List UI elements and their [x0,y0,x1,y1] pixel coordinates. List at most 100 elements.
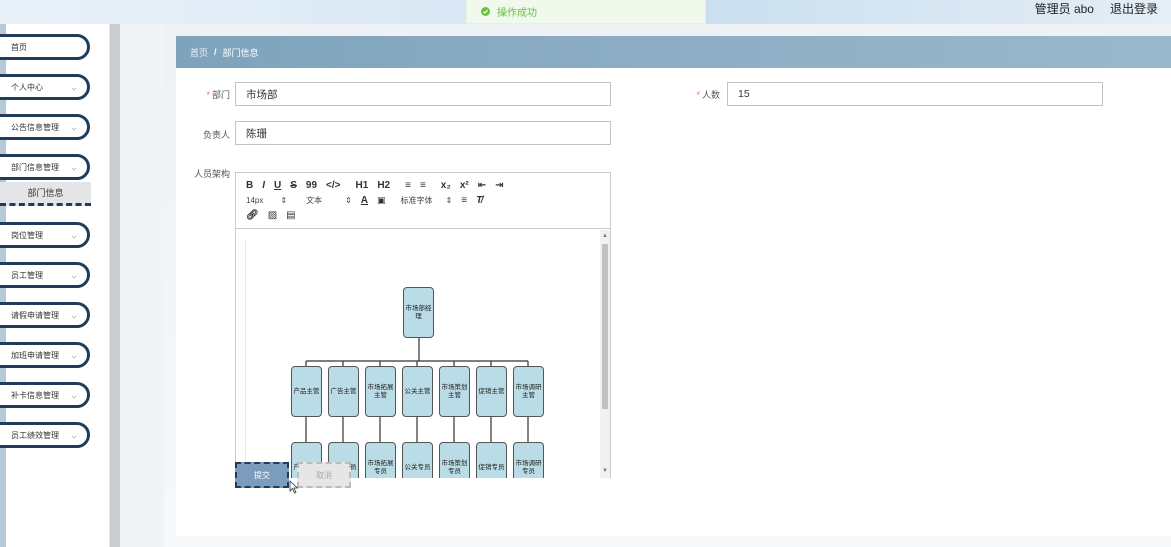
org-chart-connectors [305,338,529,443]
sidebar-item-label: 部门信息管理 [11,162,59,172]
user-label: 管理员 abo [1034,2,1094,16]
bold-icon[interactable]: B [246,180,253,191]
select-arrow-icon: ⇕ [445,196,453,205]
cancel-button[interactable]: 取消 [297,462,351,488]
font-family-select[interactable]: 标准字体 [401,195,433,206]
align-icon[interactable]: ≡ [461,195,467,206]
indent-icon[interactable]: ⇥ [495,180,503,191]
count-input[interactable]: 15 [727,82,1103,106]
sidebar-item-label: 个人中心 [11,82,43,92]
sidebar-item-label: 补卡信息管理 [11,390,59,400]
toolbar-row-style: 14px ⇕ 文本 ⇕ A ▣ 标准字体 ⇕ ≡ T̸ [246,193,600,208]
sidebar-item[interactable]: 部门信息管理 [0,154,90,180]
org-node-manager: 广告主管 [328,366,359,417]
toolbar-row-format: B I U S 99 </> H1 H2 ≡ ≡ x₂ x² ⇤ ⇥ [246,178,600,193]
submit-button[interactable]: 提交 [235,462,289,488]
count-label: * 人数 [696,90,720,100]
chevron-down-icon [71,233,77,239]
leader-input[interactable]: 陈珊 [235,121,611,145]
org-node-staff: 市场调研专员 [513,442,544,478]
background-color-icon[interactable]: ▣ [377,195,386,206]
sidebar-item[interactable]: 补卡信息管理 [0,382,90,408]
sidebar-item[interactable]: 请假申请管理 [0,302,90,328]
breadcrumb-separator: / [214,47,217,57]
sidebar-item[interactable]: 岗位管理 [0,222,90,248]
check-circle-icon [481,7,490,16]
scroll-down-icon[interactable]: ▼ [602,468,608,474]
org-node-manager: 产品主管 [291,366,322,417]
sidebar-item[interactable]: 公告信息管理 [0,114,90,140]
dept-label: * 部门 [206,90,230,100]
font-size-select[interactable]: 14px [246,196,263,205]
select-arrow-icon: ⇕ [280,196,288,205]
heading1-icon[interactable]: H1 [356,180,369,191]
success-toast: 操作成功 [466,0,706,24]
toast-message: 操作成功 [497,8,537,19]
leader-label: 负责人 [202,130,230,140]
italic-icon[interactable]: I [262,180,265,191]
sidebar-item-label: 员工管理 [11,270,43,280]
chevron-down-icon [71,313,77,319]
chevron-down-icon [71,433,77,439]
sidebar-item[interactable]: 个人中心 [0,74,90,100]
org-node-root: 市场部经理 [403,287,434,338]
bullet-list-icon[interactable]: ≡ [420,180,426,191]
breadcrumb-current: 部门信息 [222,47,259,58]
text-type-select[interactable]: 文本 [306,195,322,206]
chevron-down-icon [71,393,77,399]
editor-content[interactable]: 市场部经理 产品主管 广告主管 市场拓展主管 公关主管 市场策划主管 促销主管 市场调研主管… [236,230,610,478]
scrollbar-thumb[interactable] [602,244,608,409]
editor-scrollbar[interactable]: ▲ ▼ [600,230,610,478]
sidebar-rail [110,24,120,547]
link-icon[interactable]: 🔗︎ [246,210,259,221]
org-node-manager: 公关主管 [402,366,433,417]
sidebar-item-label: 首页 [11,42,27,52]
org-node-manager: 市场拓展主管 [365,366,396,417]
sidebar-item[interactable]: 员工绩效管理 [0,422,90,448]
sidebar-item-label: 公告信息管理 [11,122,59,132]
logout-link[interactable]: 退出登录 [1110,0,1158,16]
rich-text-editor[interactable]: B I U S 99 </> H1 H2 ≡ ≡ x₂ x² ⇤ ⇥ 14px ⇕ 文本 ⇕ A ▣ 标准… [235,172,611,478]
content-gutter [120,24,164,547]
ordered-list-icon[interactable]: ≡ [405,180,411,191]
font-color-icon[interactable]: A [361,195,368,206]
chevron-down-icon [71,85,77,91]
sidebar-item[interactable]: 首页 [0,34,90,60]
code-icon[interactable]: </> [326,180,340,191]
clear-format-icon[interactable]: T̸ [476,195,482,206]
subscript-icon[interactable]: x₂ [441,180,451,191]
chevron-down-icon [71,125,77,131]
org-node-staff: 公关专员 [402,442,433,478]
user-area: 管理员 abo 退出登录 [1034,0,1158,16]
org-node-staff: 促销专员 [476,442,507,478]
breadcrumb-home[interactable]: 首页 [190,46,208,59]
chevron-down-icon [71,165,77,171]
chevron-down-icon [71,273,77,279]
video-icon[interactable]: ▤ [286,210,295,221]
sidebar-item-label: 加班申请管理 [11,350,59,360]
sidebar-item[interactable]: 加班申请管理 [0,342,90,368]
mouse-cursor-icon [289,480,299,494]
org-node-staff: 市场拓展专员 [365,442,396,478]
breadcrumb: 首页 / 部门信息 [176,36,1171,68]
dept-input[interactable]: 市场部 [235,82,611,106]
underline-icon[interactable]: U [274,180,281,191]
org-node-manager: 市场调研主管 [513,366,544,417]
quote-icon[interactable]: 99 [306,180,317,191]
heading2-icon[interactable]: H2 [377,180,390,191]
toolbar-row-insert: 🔗︎ ▨ ▤ [246,208,600,223]
chevron-down-icon [71,353,77,359]
outdent-icon[interactable]: ⇤ [478,180,486,191]
superscript-icon[interactable]: x² [460,180,469,191]
image-icon[interactable]: ▨ [268,210,277,221]
sidebar-item-label: 岗位管理 [11,230,43,240]
scroll-up-icon[interactable]: ▲ [602,233,608,239]
structure-label: 人员架构 [193,169,230,179]
sidebar-subitem-dept-info[interactable]: 部门信息 [0,182,91,206]
sidebar-item-label: 请假申请管理 [11,310,59,320]
editor-toolbar: B I U S 99 </> H1 H2 ≡ ≡ x₂ x² ⇤ ⇥ 14px ⇕ 文本 ⇕ A ▣ 标准… [236,173,610,229]
sidebar-item[interactable]: 员工管理 [0,262,90,288]
strikethrough-icon[interactable]: S [290,180,297,191]
org-node-staff: 市场策划专员 [439,442,470,478]
sidebar-item-label: 员工绩效管理 [11,430,59,440]
